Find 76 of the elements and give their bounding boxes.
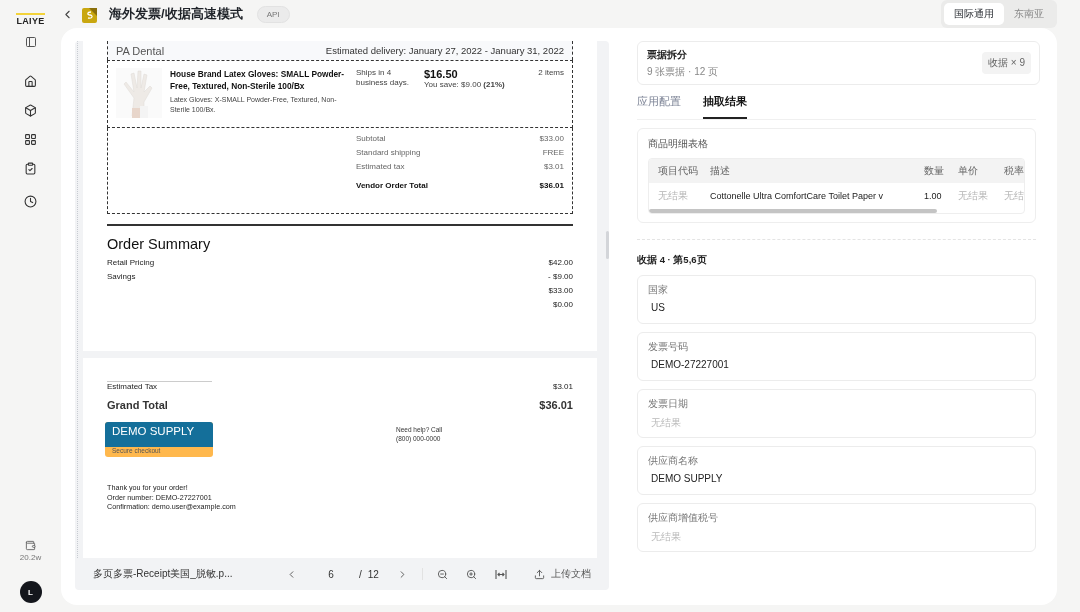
- total-label: Estimated tax: [356, 162, 405, 171]
- column-header: 描述: [709, 164, 731, 178]
- split-title: 票据拆分: [647, 47, 688, 62]
- shipping-time: Ships in 4 business days.: [356, 68, 410, 89]
- section-title: 收据 4 · 第5,6页: [637, 254, 708, 267]
- grid-icon[interactable]: [24, 133, 37, 146]
- upload-button[interactable]: 上传文档: [534, 567, 591, 581]
- field-label: 供应商增值税号: [648, 511, 719, 525]
- field-value: US: [650, 302, 666, 313]
- savings-text: You save: $9.00 (21%): [424, 80, 506, 89]
- page-number-field[interactable]: 6: [311, 568, 351, 580]
- column-header: 单价: [957, 164, 979, 178]
- total-value: $3.01: [543, 162, 564, 171]
- tax-label: Estimated Tax: [107, 382, 158, 391]
- delivery-estimate: Estimated delivery: January 27, 2022 - January 31, 2022: [325, 45, 564, 56]
- file-name: 多页多票-Receipt美国_脱敏.p...: [93, 567, 234, 581]
- table-title: 商品明细表格: [648, 137, 709, 151]
- split-subtitle: 9 张票据 · 12 页: [647, 64, 719, 79]
- table-cell-text: 无结果: [657, 189, 689, 203]
- tax-value: $3.01: [552, 382, 573, 391]
- summary-label: Savings: [107, 272, 136, 281]
- page-total: 12: [367, 568, 379, 580]
- total-label: Standard shipping: [356, 148, 421, 157]
- app-icon: [82, 5, 99, 23]
- result-tab[interactable]: 应用配置: [637, 95, 681, 119]
- logo: LAIYE: [16, 13, 45, 26]
- clipboard-icon[interactable]: [24, 162, 37, 175]
- grand-total-value: $36.01: [539, 399, 573, 411]
- page-separator: /: [359, 568, 362, 580]
- api-badge: API: [256, 5, 290, 23]
- summary-value: $33.00: [548, 286, 573, 295]
- field-label: 发票号码: [648, 340, 689, 354]
- summary-title: Order Summary: [107, 236, 212, 252]
- field-value: 无结果: [650, 530, 682, 544]
- field-label: 供应商名称: [648, 454, 699, 468]
- result-tab[interactable]: 抽取结果: [703, 95, 747, 119]
- user-avatar[interactable]: L: [19, 581, 42, 603]
- fit-width-icon[interactable]: [494, 568, 507, 580]
- summary-value: - $9.00: [548, 272, 573, 281]
- region-tab[interactable]: 国际通用: [944, 3, 1004, 25]
- total-value: FREE: [542, 148, 564, 157]
- table-cell-text: Cottonelle Ultra ComfortCare Toilet Paper v: [709, 191, 884, 201]
- total-value: $33.00: [539, 134, 564, 143]
- field-value: DEMO SUPPLY: [650, 473, 724, 484]
- vendor-name: PA Dental: [116, 44, 165, 57]
- total-label: Subtotal: [356, 134, 386, 143]
- receipt-count-tag: 收据 × 9: [982, 52, 1031, 74]
- home-icon[interactable]: [24, 75, 37, 88]
- summary-value: $0.00: [552, 300, 573, 309]
- column-header: 数量: [923, 164, 945, 178]
- table-cell-text: 1.00: [923, 191, 943, 201]
- wallet-icon: [25, 540, 36, 551]
- table-cell-text: 无结: [1003, 189, 1024, 203]
- column-header: 项目代码: [657, 164, 699, 178]
- page-title: 海外发票/收据高速模式: [109, 5, 243, 23]
- total-label: Vendor Order Total: [356, 181, 428, 190]
- grand-total-label: Grand Total: [107, 399, 168, 411]
- product-price: $16.50: [424, 68, 459, 80]
- field-label: 发票日期: [648, 397, 689, 411]
- item-quantity: 2 items: [538, 68, 564, 79]
- summary-label: Retail Pricing: [107, 258, 155, 267]
- column-header: 税率: [1003, 164, 1024, 178]
- total-value: $36.01: [539, 181, 564, 190]
- cube-icon[interactable]: [24, 104, 37, 117]
- field-value: DEMO-27227001: [650, 359, 730, 370]
- table-cell-text: 无结果: [957, 189, 989, 203]
- field-label: 国家: [648, 283, 669, 297]
- summary-value: $42.00: [548, 258, 573, 267]
- credit-balance: 20.2w: [19, 553, 42, 562]
- clock-icon[interactable]: [24, 195, 37, 208]
- upload-icon[interactable]: [534, 568, 545, 580]
- sidebar-toggle-icon[interactable]: [24, 36, 37, 48]
- field-value: 无结果: [650, 416, 682, 430]
- zoom-out-icon[interactable]: [436, 568, 448, 580]
- zoom-in-icon[interactable]: [465, 568, 477, 580]
- product-title: House Brand Latex Gloves: SMALL Powder-Free, Textured, Non-Sterile 100/Bx: [170, 68, 346, 92]
